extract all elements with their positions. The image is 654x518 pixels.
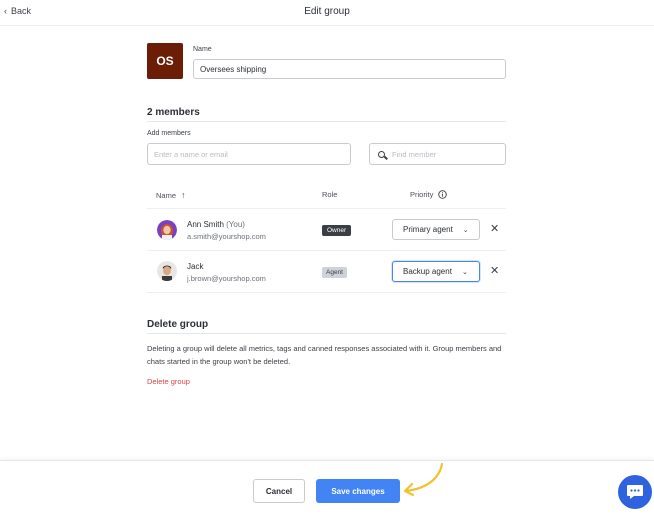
member-name: Ann Smith (You)	[187, 220, 245, 229]
name-label: Name	[193, 46, 212, 53]
page-title: Edit group	[304, 6, 350, 17]
priority-select[interactable]: Backup agent ⌄	[392, 261, 480, 282]
chevron-down-icon: ⌄	[462, 226, 469, 234]
chat-bubble-icon	[627, 485, 643, 499]
member-name-text: Ann Smith	[187, 220, 224, 229]
find-member-placeholder: Find member	[392, 149, 437, 159]
delete-group-link[interactable]: Delete group	[147, 377, 190, 386]
table-divider	[147, 250, 506, 251]
table-divider	[147, 208, 506, 209]
member-email: a.smith@yourshop.com	[187, 232, 266, 241]
save-changes-button[interactable]: Save changes	[316, 479, 400, 503]
role-badge: Agent	[322, 267, 347, 278]
cancel-button[interactable]: Cancel	[253, 479, 305, 503]
pointer-arrow-icon	[403, 462, 444, 497]
add-members-input[interactable]: Enter a name or email	[147, 143, 351, 165]
table-divider	[147, 292, 506, 293]
members-section-title: 2 members	[147, 107, 200, 118]
chevron-down-icon: ⌄	[461, 268, 468, 276]
remove-member-button[interactable]: ✕	[490, 222, 499, 235]
remove-member-button[interactable]: ✕	[490, 264, 499, 277]
role-badge: Owner	[322, 225, 352, 236]
priority-value: Primary agent	[403, 225, 453, 234]
member-email: j.brown@yourshop.com	[187, 274, 266, 283]
member-you-label: (You)	[226, 220, 245, 229]
column-header-role: Role	[322, 190, 338, 199]
priority-select[interactable]: Primary agent ⌄	[392, 219, 480, 240]
group-name-input[interactable]: Oversees shipping	[193, 59, 506, 79]
chat-widget-button[interactable]	[618, 475, 652, 509]
column-name-label: Name	[156, 190, 177, 200]
divider	[147, 121, 506, 122]
column-header-name[interactable]: Name ↑	[156, 190, 186, 200]
avatar	[157, 261, 177, 281]
info-icon[interactable]	[438, 190, 448, 199]
delete-description: Deleting a group will delete all metrics…	[147, 344, 502, 366]
add-members-label: Add members	[147, 130, 191, 137]
find-member-input[interactable]: Find member	[369, 143, 506, 165]
group-avatar: OS	[147, 43, 183, 79]
search-icon	[378, 150, 385, 158]
delete-section-title: Delete group	[147, 319, 209, 330]
avatar	[157, 220, 177, 240]
column-header-priority: Priority	[410, 190, 448, 199]
column-priority-label: Priority	[410, 190, 434, 199]
sort-arrow-up-icon: ↑	[181, 190, 186, 200]
divider	[147, 333, 506, 334]
member-name: Jack	[187, 262, 204, 271]
top-bar: ‹ Back Edit group	[0, 0, 654, 26]
priority-value: Backup agent	[403, 267, 452, 276]
